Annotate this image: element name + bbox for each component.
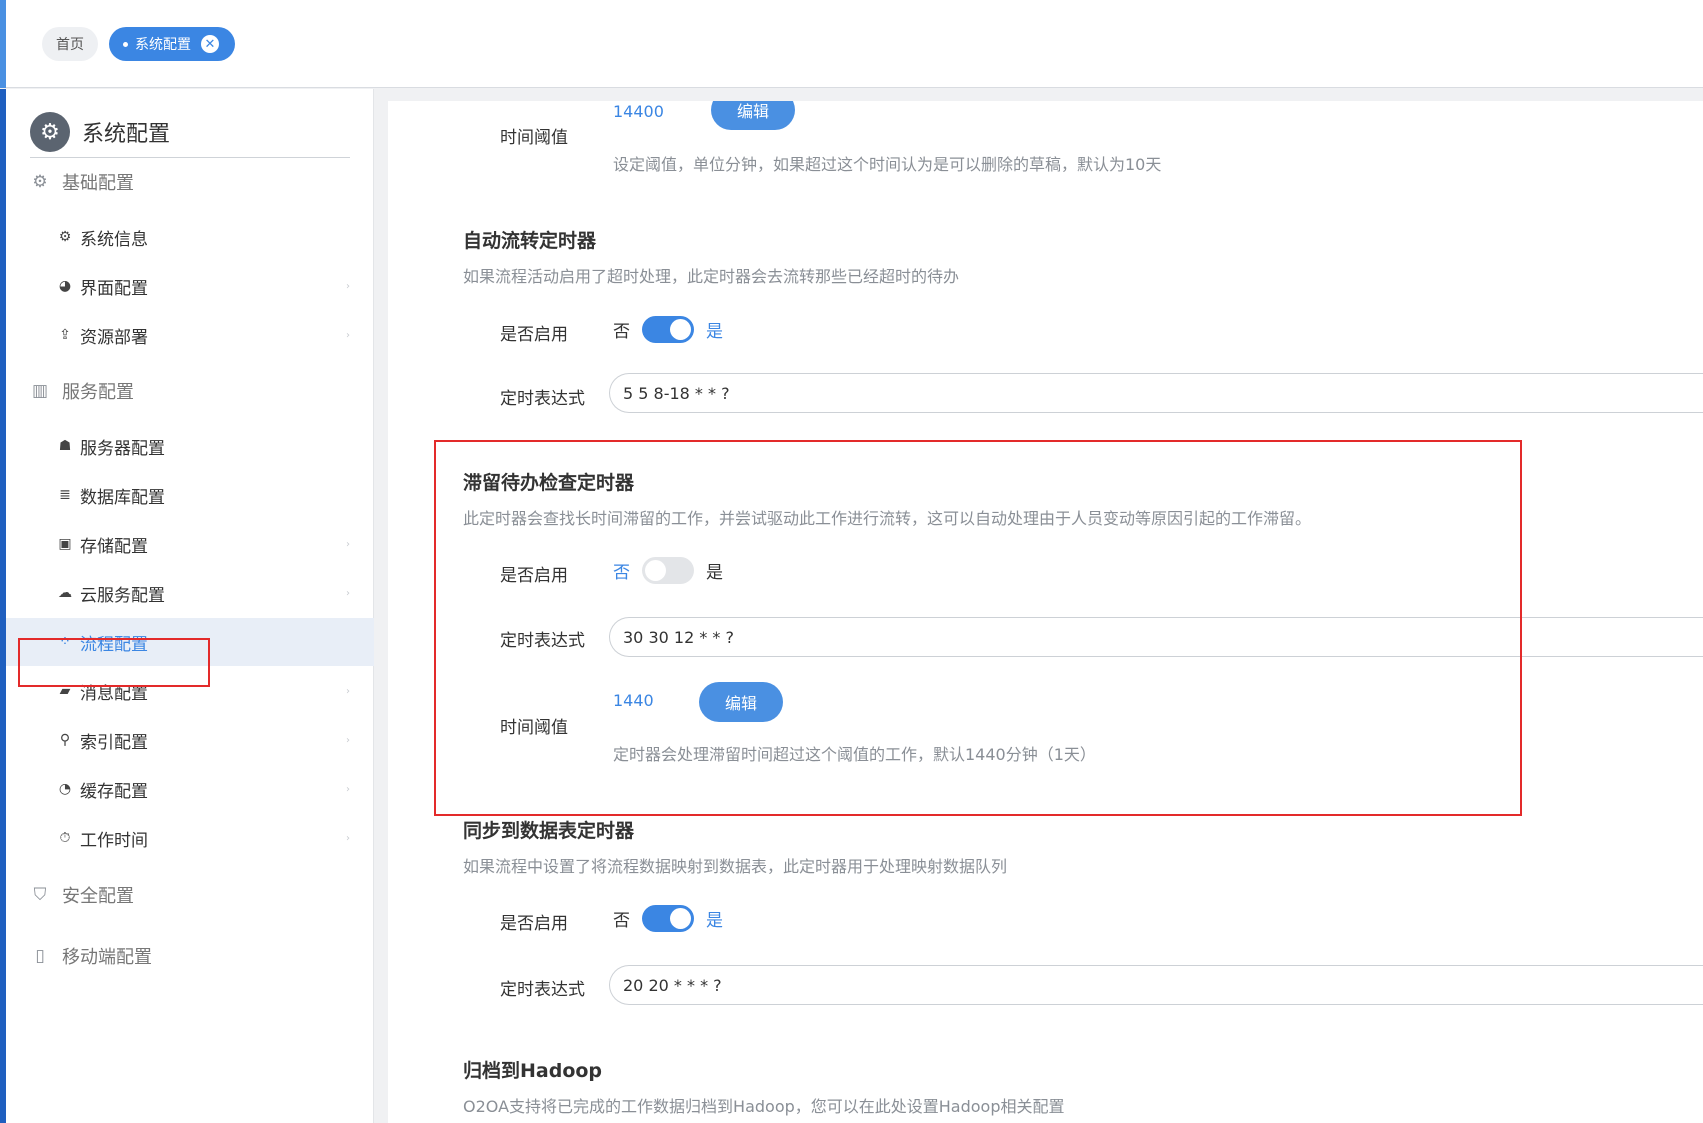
sidebar-item-storage-config[interactable]: ▣ 存储配置 › xyxy=(6,520,374,568)
shield-icon: ⛉ xyxy=(33,885,47,905)
sidebar-item-label: 系统信息 xyxy=(80,229,148,250)
edit-button-label: 编辑 xyxy=(736,102,769,121)
sidebar-item-label: 界面配置 xyxy=(80,278,148,299)
sidebar-item-label: 服务器配置 xyxy=(80,438,165,459)
gear-icon: ⚙ xyxy=(32,172,48,192)
cron-input-value: 5 5 8-18 * * ? xyxy=(623,383,730,403)
toggle-knob xyxy=(670,908,691,929)
highlight-box-sidebar xyxy=(18,638,210,687)
cloud-icon: ☁ xyxy=(58,585,72,601)
auto-flow-title: 自动流转定时器 xyxy=(463,230,597,252)
gear-icon: ⚙ xyxy=(58,229,72,245)
left-accent-bar xyxy=(0,0,6,88)
upload-icon: ⇪ xyxy=(59,327,71,343)
gear-icon: ⚙ xyxy=(30,112,70,152)
toggle-off-label: 否 xyxy=(613,911,630,931)
sidebar-item-label: 资源部署 xyxy=(80,327,148,348)
hadoop-desc: O2OA支持将已完成的工作数据归档到Hadoop，您可以在此处设置Hadoop相… xyxy=(463,1097,1065,1116)
search-icon: ⚲ xyxy=(59,732,71,748)
sidebar-item-server-config[interactable]: ☗ 服务器配置 xyxy=(6,422,374,470)
draft-threshold-value: 14400 xyxy=(613,102,664,121)
sidebar-item-database-config[interactable]: ≣ 数据库配置 xyxy=(6,471,374,519)
toggle-off-label: 否 xyxy=(613,322,630,342)
chevron-right-icon: › xyxy=(346,734,350,746)
draft-threshold-hint: 设定阈值，单位分钟，如果超过这个时间认为是可以删除的草稿，默认为10天 xyxy=(613,155,1162,174)
sidebar-group-service[interactable]: ▥ 服务配置 xyxy=(30,371,134,411)
chevron-right-icon: › xyxy=(346,832,350,844)
close-icon[interactable]: ✕ xyxy=(201,35,219,53)
auto-flow-toggle[interactable] xyxy=(642,316,694,343)
hadoop-title: 归档到Hadoop xyxy=(463,1060,603,1082)
cron-input-value: 20 20 * * * ? xyxy=(623,975,722,995)
server-icon: ▥ xyxy=(31,381,49,401)
sidebar-item-label: 存储配置 xyxy=(80,536,148,557)
sidebar-item-label: 工作时间 xyxy=(80,830,148,851)
tab-home[interactable]: 首页 xyxy=(42,27,98,61)
sync-table-cron-input[interactable]: 20 20 * * * ? xyxy=(609,965,1703,1005)
draft-threshold-label: 时间阈值 xyxy=(500,128,568,148)
sidebar-item-label: 云服务配置 xyxy=(80,585,165,606)
sidebar-item-work-time[interactable]: ⏱ 工作时间 › xyxy=(6,814,374,862)
mobile-icon: ▯ xyxy=(35,946,45,966)
chevron-right-icon: › xyxy=(346,685,350,697)
toggle-on-label: 是 xyxy=(706,322,723,342)
sync-table-toggle-row: 否 是 xyxy=(613,905,723,932)
auto-flow-enable-label: 是否启用 xyxy=(500,325,568,345)
sidebar-group-label: 基础配置 xyxy=(62,173,134,194)
draft-threshold-edit-button[interactable]: 编辑 xyxy=(711,101,795,130)
sidebar-header: ⚙ 系统配置 xyxy=(30,107,350,158)
stopwatch-icon: ⏱ xyxy=(59,830,71,846)
sidebar-group-label: 安全配置 xyxy=(62,886,134,907)
sidebar-item-resource-deploy[interactable]: ⇪ 资源部署 › xyxy=(6,311,374,359)
chevron-right-icon: › xyxy=(346,538,350,550)
sync-table-cron-label: 定时表达式 xyxy=(500,980,585,1000)
tab-bar: 首页 系统配置 ✕ xyxy=(0,0,1703,88)
chevron-right-icon: › xyxy=(346,783,350,795)
sidebar-group-mobile[interactable]: ▯ 移动端配置 xyxy=(30,936,152,976)
tab-system-config-label: 系统配置 xyxy=(135,37,191,53)
highlight-box-stranded-section xyxy=(434,440,1522,816)
sidebar-item-label: 数据库配置 xyxy=(80,487,165,508)
tab-home-label: 首页 xyxy=(56,37,84,53)
sidebar-item-cache-config[interactable]: ◔ 缓存配置 › xyxy=(6,765,374,813)
chevron-right-icon: › xyxy=(346,329,350,341)
sidebar-item-index-config[interactable]: ⚲ 索引配置 › xyxy=(6,716,374,764)
toggle-knob xyxy=(670,319,691,340)
sidebar-group-security[interactable]: ⛉ 安全配置 xyxy=(30,875,134,915)
sidebar-group-label: 服务配置 xyxy=(62,382,134,403)
sidebar: ⚙ 系统配置 ⚙ 基础配置 ⚙ 系统信息 ◕ 界面配置 › ⇪ 资源部署 › ▥… xyxy=(0,89,374,1123)
sidebar-group-basic[interactable]: ⚙ 基础配置 xyxy=(30,162,134,202)
tab-system-config[interactable]: 系统配置 ✕ xyxy=(109,27,235,61)
active-dot-icon xyxy=(123,41,128,47)
sync-table-enable-label: 是否启用 xyxy=(500,914,568,934)
sidebar-item-system-info[interactable]: ⚙ 系统信息 xyxy=(6,213,374,261)
auto-flow-cron-label: 定时表达式 xyxy=(500,389,585,409)
chevron-right-icon: › xyxy=(346,587,350,599)
sidebar-title: 系统配置 xyxy=(82,122,171,147)
sync-table-toggle[interactable] xyxy=(642,905,694,932)
palette-icon: ◕ xyxy=(58,278,72,294)
sidebar-item-cloud-config[interactable]: ☁ 云服务配置 › xyxy=(6,569,374,617)
sync-table-desc: 如果流程中设置了将流程数据映射到数据表，此定时器用于处理映射数据队列 xyxy=(463,857,1008,876)
database-icon: ≣ xyxy=(59,487,71,503)
pie-icon: ◔ xyxy=(58,781,72,797)
auto-flow-cron-input[interactable]: 5 5 8-18 * * ? xyxy=(609,373,1703,413)
chevron-right-icon: › xyxy=(346,280,350,292)
sidebar-item-label: 缓存配置 xyxy=(80,781,148,802)
server-user-icon: ☗ xyxy=(58,438,72,454)
sidebar-item-ui-config[interactable]: ◕ 界面配置 › xyxy=(6,262,374,310)
auto-flow-toggle-row: 否 是 xyxy=(613,316,723,343)
sidebar-group-label: 移动端配置 xyxy=(62,947,152,968)
auto-flow-desc: 如果流程活动启用了超时处理，此定时器会去流转那些已经超时的待办 xyxy=(463,267,960,286)
sync-table-title: 同步到数据表定时器 xyxy=(463,820,635,842)
storage-icon: ▣ xyxy=(58,536,72,552)
toggle-on-label: 是 xyxy=(706,911,723,931)
sidebar-item-label: 索引配置 xyxy=(80,732,148,753)
